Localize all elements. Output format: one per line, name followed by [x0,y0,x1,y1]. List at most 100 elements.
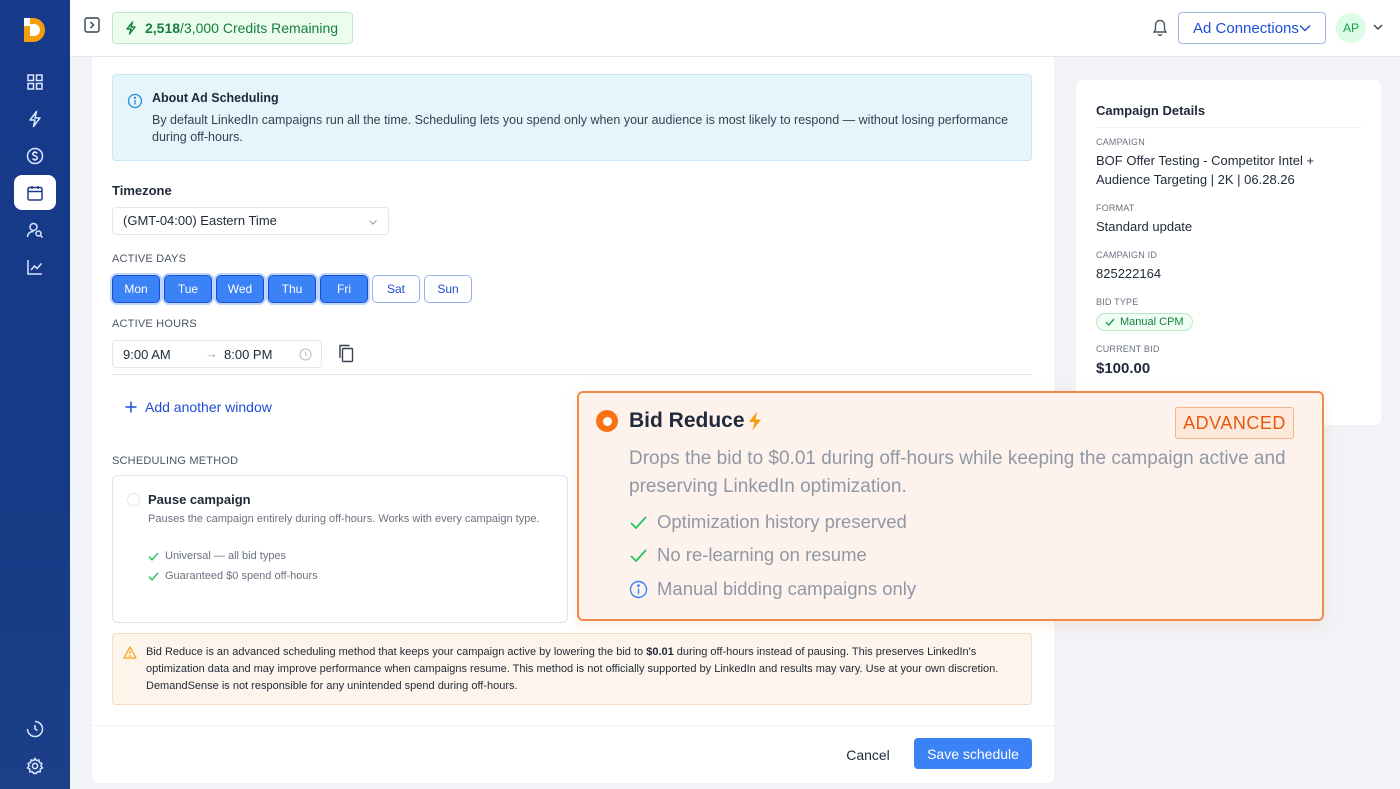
nav-scheduling[interactable] [14,175,56,210]
current-bid-label: CURRENT BID [1096,344,1160,354]
info-icon [629,580,648,598]
pause-title: Pause campaign [148,492,251,507]
check-icon [630,548,647,562]
bid-reduce-feature: No re-learning on resume [629,544,867,566]
nav-budget[interactable] [14,138,56,173]
divider [112,374,1032,375]
campaign-value: BOF Offer Testing - Competitor Intel + A… [1096,153,1315,187]
dollar-icon [26,147,44,164]
check-icon [630,515,647,529]
day-sat[interactable]: Sat [372,275,420,303]
warning-text-part: Bid Reduce is an advanced scheduling met… [146,646,647,658]
day-tue[interactable]: Tue [164,275,212,303]
warning-amount: $0.01 [646,646,674,658]
calendar-icon [27,185,43,201]
avatar[interactable]: AP [1336,13,1366,43]
campaign-details-panel: Campaign Details CAMPAIGN BOF Offer Test… [1076,80,1381,425]
ad-connections-dropdown[interactable]: Ad Connections [1178,12,1326,44]
bid-reduce-feature: Manual bidding campaigns only [629,578,916,600]
timezone-label: Timezone [112,183,172,198]
add-window-label: Add another window [145,399,272,415]
bid-type-label: BID TYPE [1096,297,1139,307]
campaign-id-label: CAMPAIGN ID [1096,250,1158,260]
pause-feature: Universal — all bid types [148,550,286,562]
credits-total: /3,000 Credits Remaining [180,20,339,36]
day-mon[interactable]: Mon [112,275,160,303]
cancel-button[interactable]: Cancel [832,740,904,770]
chevron-down-icon[interactable] [1372,21,1384,33]
top-header: 2,518/3,000 Credits Remaining Ad Connect… [70,0,1400,57]
credits-text: 2,518/3,000 Credits Remaining [145,20,338,36]
nav-settings[interactable] [14,748,56,783]
timezone-value: (GMT-04:00) Eastern Time [123,213,277,228]
timezone-select[interactable]: (GMT-04:00) Eastern Time [112,207,389,235]
time-range-input[interactable]: 9:00 AM → 8:00 PM [112,340,322,368]
lightning-icon [29,110,41,127]
add-window-button[interactable]: Add another window [125,399,272,415]
bid-reduce-radio[interactable] [596,410,618,432]
plus-icon [125,401,137,413]
bid-reduce-feature-text: Manual bidding campaigns only [657,578,917,599]
pause-radio[interactable] [127,493,140,506]
warning-text: Bid Reduce is an advanced scheduling met… [146,644,1026,695]
scheduling-method-label: SCHEDULING METHOD [112,455,239,467]
bid-reduce-feature: Optimization history preserved [629,511,907,533]
lightning-icon [748,411,761,431]
day-thu[interactable]: Thu [268,275,316,303]
nav-dashboard[interactable] [14,64,56,99]
chevron-down-icon [1299,25,1311,32]
day-fri[interactable]: Fri [320,275,368,303]
check-icon [148,572,159,581]
warning-icon [123,646,137,659]
bid-reduce-description: Drops the bid to $0.01 during off-hours … [629,448,1286,497]
bid-reduce-title: Bid Reduce [629,409,745,432]
day-sun[interactable]: Sun [424,275,472,303]
lightning-icon [126,21,136,35]
clock-icon [299,348,312,361]
pause-campaign-option[interactable]: Pause campaign Pauses the campaign entir… [112,475,568,623]
details-title: Campaign Details [1096,103,1206,118]
bid-reduce-feature-text: Optimization history preserved [657,511,907,532]
chevron-down-icon [369,220,377,225]
about-title: About Ad Scheduling [152,91,279,105]
active-days-label: ACTIVE DAYS [112,253,187,265]
end-time[interactable]: 8:00 PM [224,347,272,362]
nav-audiences[interactable] [14,212,56,247]
pause-description: Pauses the campaign entirely during off-… [148,513,540,525]
bid-reduce-option[interactable]: Bid Reduce ADVANCED Drops the bid to $0.… [577,391,1324,621]
bell-icon[interactable] [1152,19,1168,37]
nav-automations[interactable] [14,101,56,136]
info-icon [127,93,143,109]
campaign-id-value: 825222164 [1096,266,1162,281]
pause-feature-text: Universal — all bid types [165,550,287,562]
start-time[interactable]: 9:00 AM [123,347,171,362]
day-wed[interactable]: Wed [216,275,264,303]
credits-badge: 2,518/3,000 Credits Remaining [112,12,354,44]
save-schedule-button[interactable]: Save schedule [914,738,1032,769]
check-icon [148,552,159,561]
about-scheduling-info: About Ad Scheduling By default LinkedIn … [112,74,1032,161]
credits-used: 2,518 [145,20,181,36]
day-selector: Mon Tue Wed Thu Fri Sat Sun [112,275,472,303]
gear-icon [26,756,44,774]
sidebar-toggle-icon[interactable] [84,17,100,33]
audience-search-icon [26,222,44,238]
bid-type-badge: Manual CPM [1096,313,1193,331]
about-body: By default LinkedIn campaigns run all th… [152,113,1009,144]
campaign-label: CAMPAIGN [1096,137,1145,147]
footer-divider [92,725,1054,726]
sidebar [0,0,70,789]
dashboard-grid-icon [27,73,43,90]
arrow-right-icon: → [205,346,218,361]
current-bid-value: $100.00 [1096,360,1151,377]
logo-icon [24,18,45,42]
pause-feature-text: Guaranteed $0 spend off-hours [165,570,318,582]
active-hours-label: ACTIVE HOURS [112,318,197,330]
bid-reduce-warning: Bid Reduce is an advanced scheduling met… [112,633,1032,705]
nav-history[interactable] [14,711,56,746]
pause-feature: Guaranteed $0 spend off-hours [148,570,318,582]
advanced-badge: ADVANCED [1175,407,1294,439]
copy-icon[interactable] [338,344,354,363]
format-value: Standard update [1096,219,1193,234]
nav-analytics[interactable] [14,249,56,284]
